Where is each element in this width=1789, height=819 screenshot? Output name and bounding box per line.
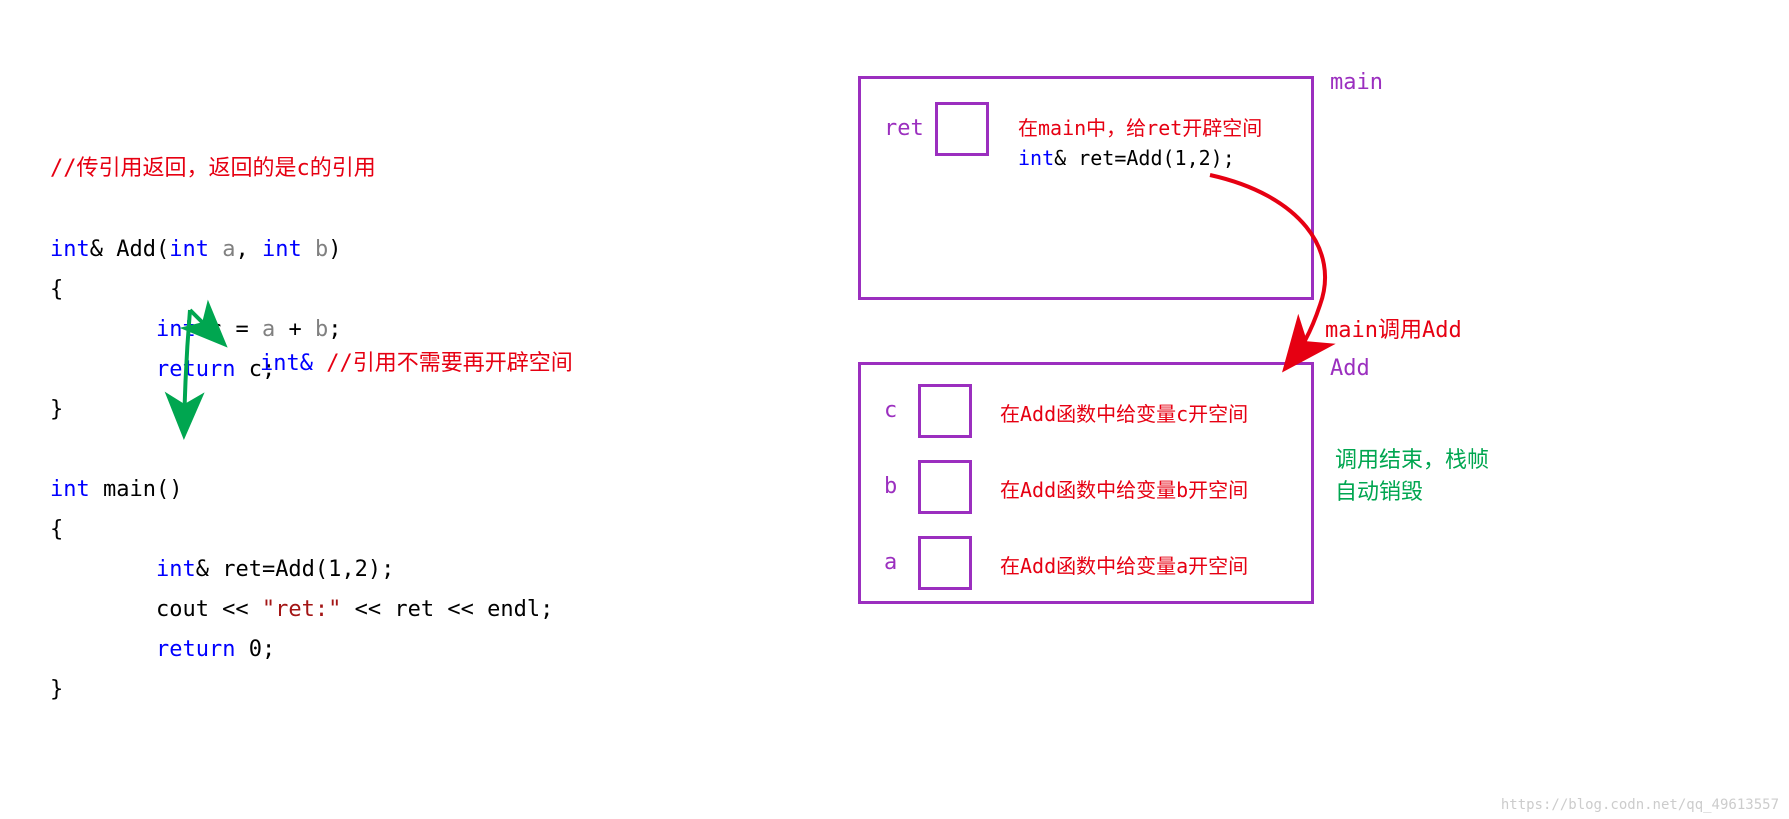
- end-call-note: 调用结束，栈帧自动销毁: [1335, 445, 1489, 509]
- watermark: https://blog.codn.net/qq_49613557: [1501, 797, 1779, 813]
- red-call-arrow: [0, 0, 1789, 819]
